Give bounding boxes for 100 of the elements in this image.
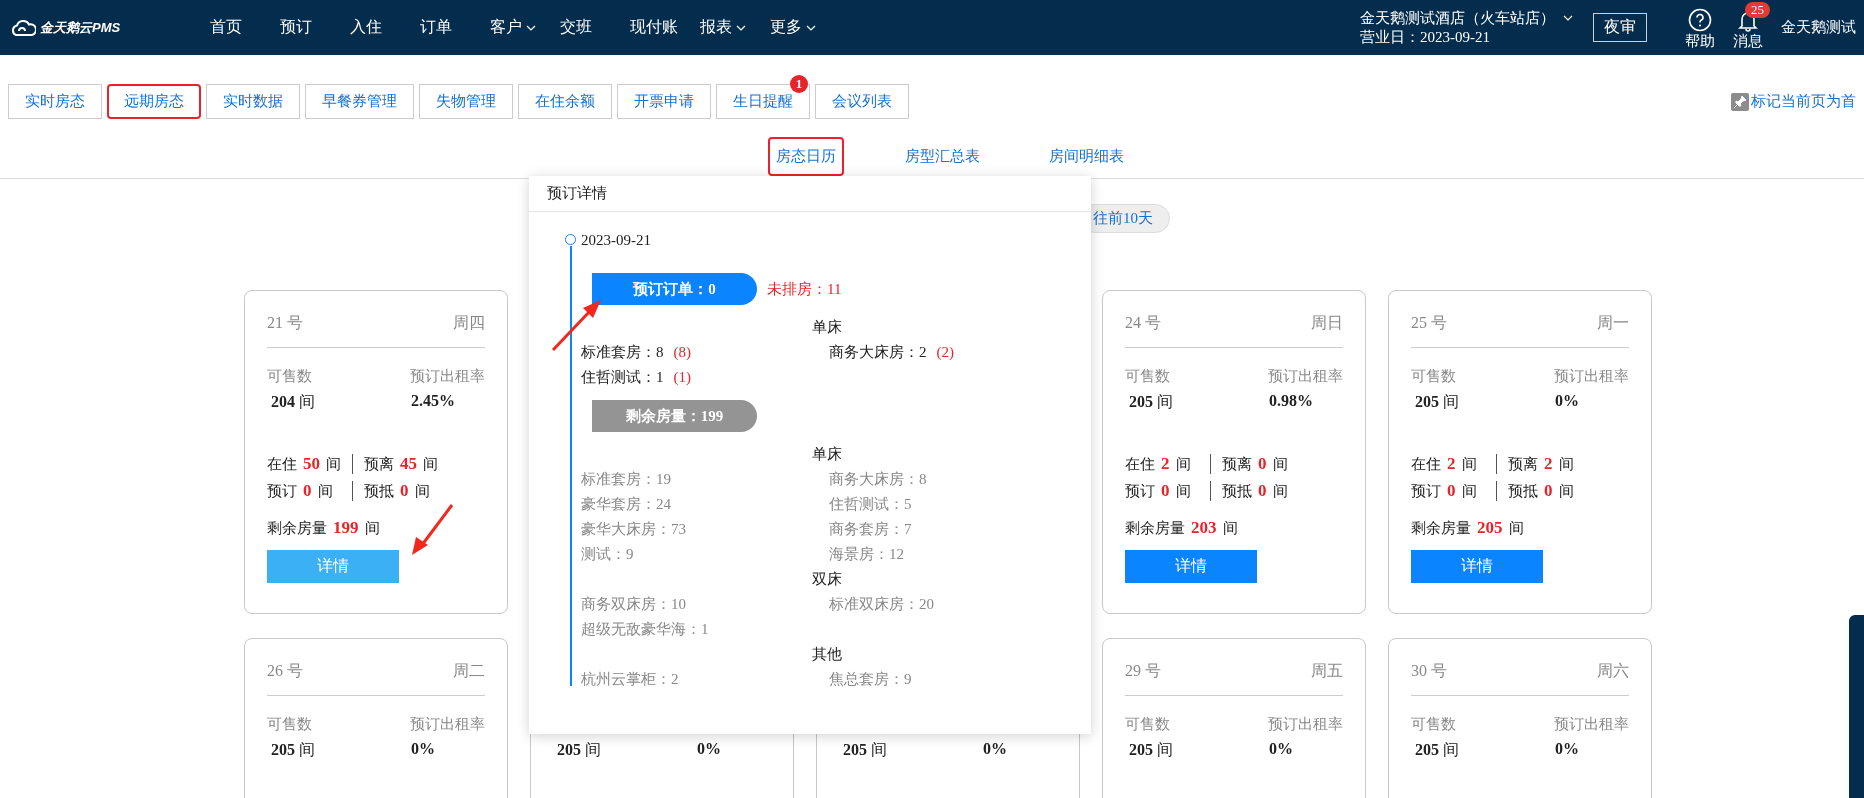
room-type-count: 标准双床房：20 [828, 595, 935, 614]
page-tab[interactable]: 失物管理 [419, 84, 513, 119]
bed-type-heading: 双床 [812, 570, 843, 589]
sellable-count: 205 间 [270, 740, 316, 760]
nav-menu-item[interactable]: 订单 [412, 17, 482, 38]
occupancy-rate-label: 预订出租率 [1268, 367, 1343, 386]
remaining-rooms: 剩余房量 205 间 [1411, 518, 1525, 538]
details-button[interactable]: 详情 [1411, 550, 1543, 583]
nav-menu-item[interactable]: 入住 [342, 17, 412, 38]
remaining-rooms-pill: 剩余房量：199 [592, 400, 757, 432]
sellable-label: 可售数 [1125, 715, 1170, 734]
occupancy-rate-label: 预订出租率 [410, 367, 485, 386]
business-date: 营业日：2023-09-21 [1360, 27, 1491, 47]
night-audit-button[interactable]: 夜审 [1593, 13, 1647, 42]
room-stat: 预抵 0 间 [352, 481, 462, 501]
room-stat: 预离 45 间 [352, 454, 462, 474]
page-tab[interactable]: 开票申请 [617, 84, 711, 119]
page-tab[interactable]: 会议列表 [815, 84, 909, 119]
page-tab[interactable]: 远期房态 [107, 84, 201, 119]
weekday: 周二 [453, 661, 485, 680]
details-button[interactable]: 详情 [1125, 550, 1257, 583]
sellable-label: 可售数 [267, 367, 312, 386]
sellable-count: 205 间 [1414, 392, 1460, 412]
room-stat: 预抵 0 间 [1496, 481, 1606, 501]
page-tab[interactable]: 实时房态 [8, 84, 102, 119]
annotation-arrow [412, 504, 454, 555]
view-tab[interactable]: 房态日历 [768, 136, 844, 176]
help-icon [1688, 8, 1712, 32]
room-stat: 预订 0 间 [267, 481, 334, 501]
remaining-rooms: 剩余房量 199 间 [267, 518, 381, 538]
help-label[interactable]: 帮助 [1685, 32, 1715, 51]
room-type-count: 住哲测试：5 [828, 495, 913, 514]
caret-icon [526, 24, 536, 31]
room-type-count: 住哲测试：1 (1) [581, 368, 692, 387]
timeline-dot [565, 234, 576, 245]
nav-menu-item[interactable]: 报表 [692, 17, 762, 38]
room-type-count: 标准套房：19 [581, 470, 672, 489]
day-number: 30 号 [1411, 661, 1447, 680]
page-tab[interactable]: 早餐券管理 [305, 84, 414, 119]
set-homepage-link[interactable]: 标记当前页为首 [1751, 92, 1856, 111]
occupancy-rate: 0% [411, 740, 436, 759]
remaining-rooms: 剩余房量 203 间 [1125, 518, 1239, 538]
notification-badge: 1 [790, 75, 808, 93]
bed-type-heading: 其他 [812, 645, 843, 664]
room-stat: 预离 0 间 [1210, 454, 1320, 474]
caret-icon [736, 24, 746, 31]
sellable-label: 可售数 [1125, 367, 1170, 386]
nav-menu-item[interactable]: 客户 [482, 17, 552, 38]
nav-menu-item[interactable]: 现付账 [622, 17, 692, 38]
weekday: 周一 [1597, 313, 1629, 332]
room-type-count: 超级无敌豪华海：1 [581, 620, 710, 639]
sellable-count: 205 间 [842, 740, 888, 760]
nav-menu-item[interactable]: 预订 [272, 17, 342, 38]
booked-orders-pill: 预订订单：0 [592, 273, 757, 305]
nav-menu-item[interactable]: 交班 [552, 17, 622, 38]
weekday: 周六 [1597, 661, 1629, 680]
weekday: 周五 [1311, 661, 1343, 680]
nav-menu-item[interactable]: 更多 [762, 17, 832, 38]
day-number: 29 号 [1125, 661, 1161, 680]
sellable-label: 可售数 [1411, 715, 1456, 734]
room-stat: 在住 2 间 [1411, 454, 1478, 474]
sellable-count: 204 间 [270, 392, 316, 412]
view-tab[interactable]: 房间明细表 [1041, 136, 1132, 176]
room-stat: 在住 50 间 [267, 454, 342, 474]
unassigned-rooms: 未排房：11 [767, 279, 842, 299]
sellable-count: 205 间 [1414, 740, 1460, 760]
page-tab[interactable]: 在住余额 [518, 84, 612, 119]
side-panel-tab[interactable] [1849, 615, 1864, 798]
occupancy-rate-label: 预订出租率 [1268, 715, 1343, 734]
room-type-count: 豪华套房：24 [581, 495, 672, 514]
message-count-badge: 25 [1745, 1, 1770, 18]
sellable-count: 205 间 [556, 740, 602, 760]
sellable-count: 205 间 [1128, 740, 1174, 760]
nav-menu-item[interactable]: 首页 [202, 17, 272, 38]
room-stat: 预订 0 间 [1411, 481, 1478, 501]
day-number: 21 号 [267, 313, 303, 332]
room-type-count: 测试：9 [581, 545, 635, 564]
day-number: 26 号 [267, 661, 303, 680]
view-tab[interactable]: 房型汇总表 [897, 136, 988, 176]
user-name[interactable]: 金天鹅测试 [1781, 18, 1856, 37]
room-type-count: 豪华大床房：73 [581, 520, 687, 539]
occupancy-rate: 0.98% [1269, 392, 1314, 411]
popover-title: 预订详情 [529, 176, 1091, 212]
occupancy-rate: 2.45% [411, 392, 456, 411]
occupancy-rate-label: 预订出租率 [1554, 367, 1629, 386]
timeline-date: 2023-09-21 [581, 231, 652, 250]
weekday: 周四 [453, 313, 485, 332]
cloud-logo-icon [10, 18, 36, 37]
occupancy-rate: 0% [983, 740, 1008, 759]
occupancy-rate-label: 预订出租率 [410, 715, 485, 734]
hotel-name[interactable]: 金天鹅测试酒店（火车站店） [1360, 8, 1555, 28]
room-type-count: 焦总套房：9 [828, 670, 913, 689]
day-number: 25 号 [1411, 313, 1447, 332]
room-stat: 预抵 0 间 [1210, 481, 1320, 501]
caret-icon [806, 24, 816, 31]
page-tab[interactable]: 实时数据 [206, 84, 300, 119]
room-type-count: 标准套房：8 (8) [581, 343, 692, 362]
day-number: 24 号 [1125, 313, 1161, 332]
messages-label[interactable]: 消息 [1733, 31, 1763, 51]
room-stat: 在住 2 间 [1125, 454, 1192, 474]
